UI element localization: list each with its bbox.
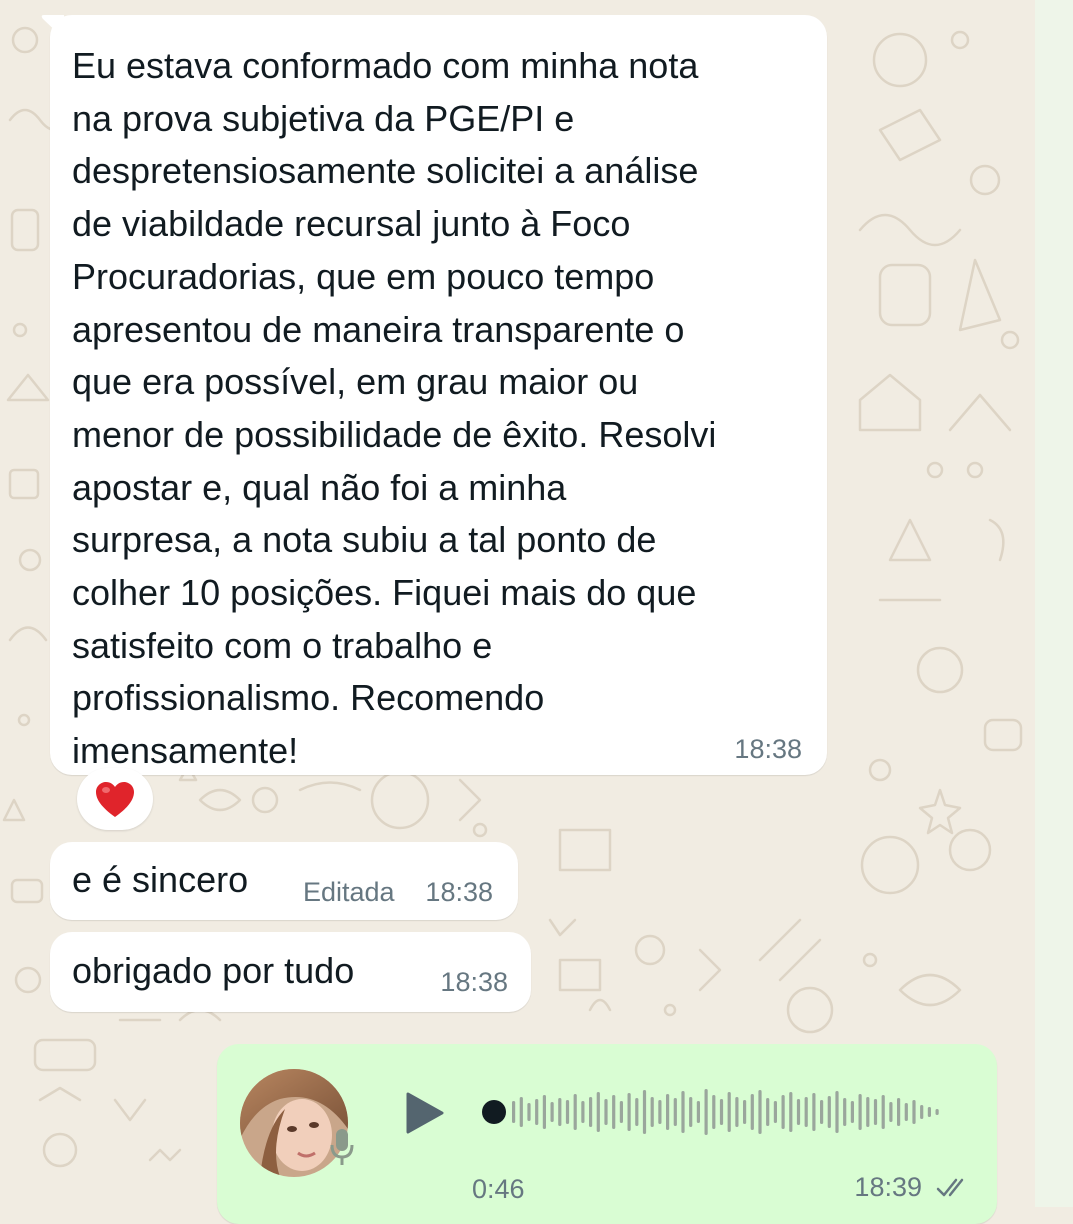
waveform-bar [512,1101,516,1123]
waveform-bar [881,1095,885,1129]
waveform-bar [565,1100,570,1124]
waveform-bar [758,1090,762,1134]
waveform-bar [527,1103,531,1121]
edited-label: Editada [303,877,395,907]
waveform-bar [912,1100,916,1124]
waveform-bar [535,1099,539,1125]
waveform-bar [689,1097,693,1127]
reaction-badge[interactable] [77,768,153,830]
waveform-bar [635,1098,639,1126]
side-strip [1035,0,1073,1207]
heart-icon [96,782,134,817]
waveform-bar [619,1101,623,1123]
waveform-bar [820,1100,824,1124]
bubble-tail [41,15,64,39]
waveform-bar [604,1099,608,1125]
waveform-bar [927,1107,931,1117]
waveform-bar [719,1099,724,1125]
waveform-bar [666,1094,670,1130]
incoming-message-bubble[interactable]: Eu estava conformado com minha nota na p… [41,15,827,775]
incoming-message-bubble[interactable]: obrigado por tudo 18:38 [50,932,531,1012]
waveform-bar [727,1092,731,1132]
waveform-bar [866,1097,870,1127]
read-receipt-icon [936,1178,964,1197]
waveform-bar [550,1102,554,1122]
message-timestamp: 18:38 [425,877,493,907]
waveform-bar [658,1100,662,1124]
waveform-bar [935,1109,939,1115]
waveform-bar [612,1095,616,1129]
voice-duration: 0:46 [472,1174,525,1204]
waveform-bar [766,1098,770,1126]
waveform-bar [519,1097,523,1127]
waveform-bar [743,1100,747,1124]
message-timestamp: 18:38 [440,967,508,997]
waveform-bar [850,1101,854,1123]
waveform-bar [542,1095,546,1129]
waveform-bar [650,1097,654,1127]
waveform-bar [627,1093,631,1131]
waveform-bar [696,1101,700,1123]
waveform-bar [804,1097,808,1127]
waveform-bar [889,1102,893,1122]
microphone-icon [330,1129,354,1165]
message-text: Eu estava conformado com minha nota na p… [72,45,717,772]
waveform-bar [558,1098,562,1126]
incoming-message-bubble[interactable]: e é sincero Editada 18:38 [50,842,518,920]
waveform-bar [642,1090,647,1134]
waveform-bar [589,1097,593,1127]
audio-waveform[interactable] [482,1082,962,1142]
playback-position-dot[interactable] [482,1100,506,1124]
waveform-bar [704,1089,708,1135]
outgoing-voice-message[interactable]: 0:46 18:39 [217,1044,997,1224]
bubble-tail [40,842,64,866]
waveform-bar [596,1092,600,1132]
waveform-bar [920,1105,924,1119]
waveform-bar [712,1095,716,1129]
waveform-bar [735,1097,739,1127]
message-timestamp: 18:39 [854,1172,922,1202]
message-text: e é sincero [72,859,249,900]
waveform-bar [781,1095,785,1129]
waveform-bar [773,1101,777,1123]
waveform-bar [573,1094,577,1130]
waveform-bar [873,1099,878,1125]
waveform-bar [673,1098,677,1126]
message-text: obrigado por tudo [72,950,355,991]
waveform-bar [843,1098,847,1126]
waveform-bar [858,1094,862,1130]
waveform-bar [827,1096,831,1128]
play-icon[interactable] [405,1091,445,1135]
message-timestamp: 18:38 [734,734,802,764]
waveform-bar [750,1094,754,1130]
waveform-bar [681,1091,685,1133]
waveform-bar [897,1098,901,1126]
waveform-bar [789,1092,793,1132]
waveform-bar [581,1101,585,1123]
waveform-bar [835,1091,839,1133]
waveform-bar [812,1093,816,1131]
waveform-bar [796,1099,801,1125]
waveform-bar [904,1103,908,1121]
